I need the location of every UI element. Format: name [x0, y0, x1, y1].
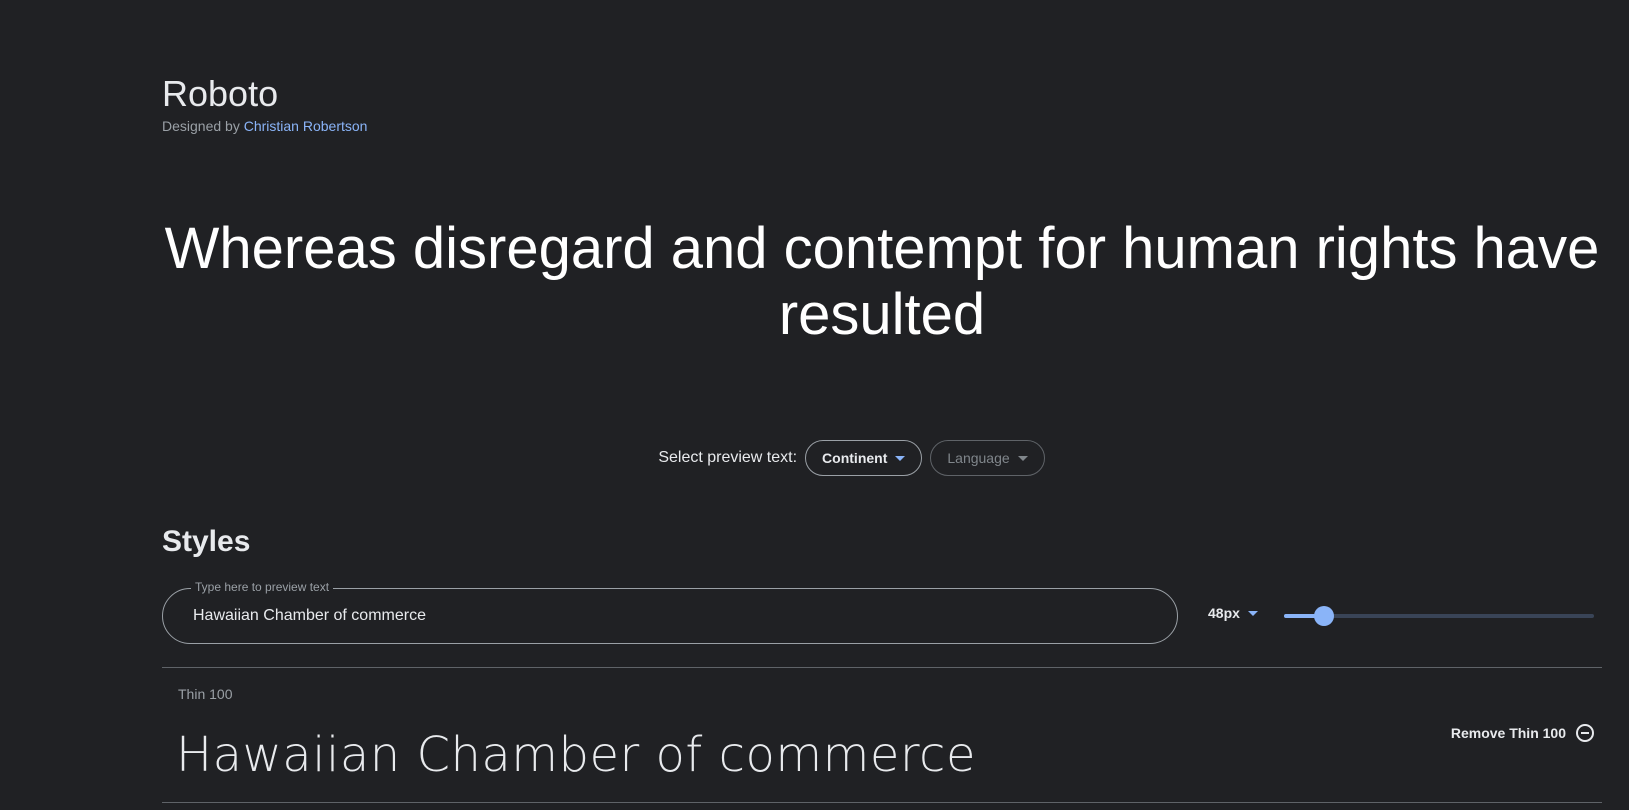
- preview-text-field: Type here to preview text: [162, 580, 1178, 644]
- styles-heading: Styles: [162, 525, 251, 558]
- caret-down-icon: [1247, 610, 1258, 616]
- language-dropdown-label: Language: [947, 450, 1010, 466]
- divider: [162, 802, 1602, 803]
- font-specimen-page: Roboto Designed by Christian Robertson W…: [0, 0, 1629, 810]
- continent-dropdown-label: Continent: [822, 450, 888, 466]
- slider-thumb[interactable]: [1314, 606, 1335, 626]
- language-dropdown[interactable]: Language: [930, 440, 1045, 476]
- hero-preview-text: Whereas disregard and contempt for human…: [164, 216, 1600, 347]
- font-size-slider[interactable]: [1284, 606, 1594, 626]
- caret-down-icon: [1017, 455, 1028, 461]
- preview-select-label: Select preview text:: [658, 449, 798, 466]
- designer-prefix: Designed by: [162, 118, 240, 134]
- font-size-dropdown[interactable]: 48px: [1208, 605, 1258, 621]
- designer-line: Designed by Christian Robertson: [162, 118, 367, 134]
- caret-down-icon: [895, 455, 906, 461]
- preview-text-selector: Select preview text: Continent Language: [0, 440, 1629, 476]
- continent-dropdown[interactable]: Continent: [805, 440, 923, 476]
- style-sample-text: Hawaiian Chamber of commerce: [176, 727, 976, 783]
- preview-field-legend: Type here to preview text: [191, 580, 334, 594]
- remove-style-label: Remove Thin 100: [1450, 725, 1566, 741]
- remove-circle-icon: [1576, 724, 1594, 742]
- style-row: Thin 100 Hawaiian Chamber of commerce Re…: [162, 668, 1602, 802]
- remove-style-button[interactable]: Remove Thin 100: [1451, 724, 1594, 742]
- preview-text-input[interactable]: [193, 603, 1143, 629]
- font-title: Roboto: [162, 73, 279, 114]
- font-header: Roboto Designed by Christian Robertson: [162, 72, 367, 134]
- designer-link[interactable]: Christian Robertson: [244, 118, 368, 134]
- font-size-value: 48px: [1208, 605, 1240, 621]
- style-name: Thin 100: [178, 686, 233, 702]
